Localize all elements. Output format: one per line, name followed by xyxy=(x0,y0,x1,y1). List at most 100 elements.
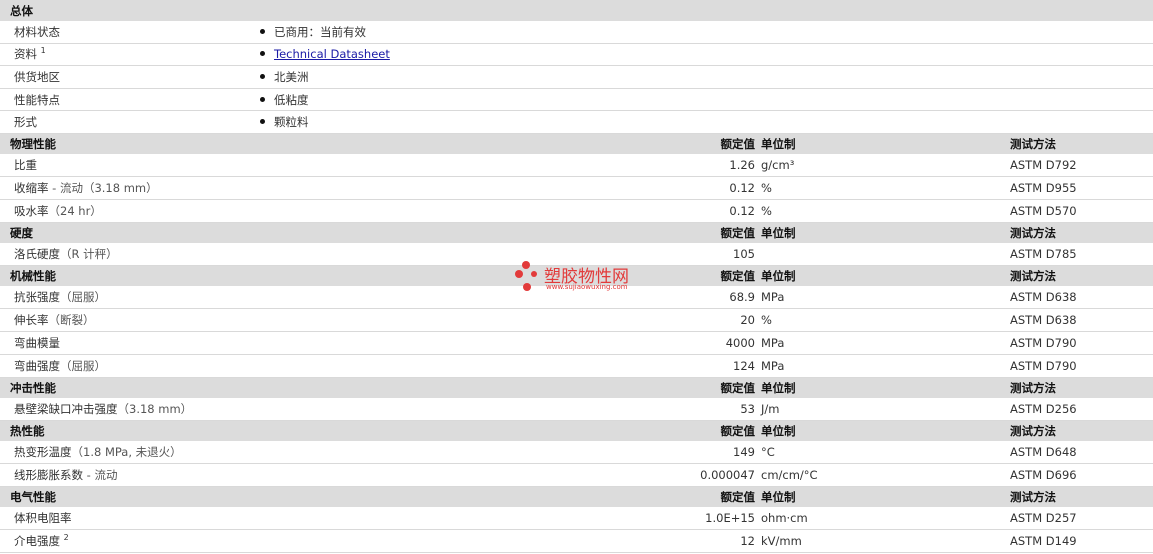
section-header: 冲击性能 额定值 单位制 测试方法 xyxy=(0,377,1153,398)
property-value: 4000 xyxy=(725,335,755,350)
bullet-value: 已商用：当前有效 xyxy=(260,24,366,40)
property-unit: ohm·cm xyxy=(761,510,808,525)
column-header-test: 测试方法 xyxy=(1010,268,1056,283)
property-label-text: 洛氏硬度 xyxy=(14,246,60,261)
property-value: 已商用：当前有效 xyxy=(274,24,366,39)
property-label: 热变形温度（1.8 MPa, 未退火） xyxy=(14,444,182,460)
test-method: ASTM D638 xyxy=(1010,312,1077,327)
property-label: 抗张强度（屈服） xyxy=(14,289,106,305)
general-row: 形式 颗粒料 xyxy=(0,111,1153,134)
section-header-general: 总体 xyxy=(0,0,1153,21)
column-header-value: 额定值 xyxy=(720,423,756,438)
property-label-text: 弯曲强度 xyxy=(14,358,60,373)
property-value: 149 xyxy=(733,444,755,459)
column-header-test: 测试方法 xyxy=(1010,423,1056,438)
property-row: 弯曲强度（屈服） 124 MPa ASTM D790 xyxy=(0,354,1153,378)
property-value: 105 xyxy=(733,246,755,261)
property-row: 线形膨胀系数 - 流动 0.000047 cm/cm/°C ASTM D696 xyxy=(0,463,1153,487)
property-row: 体积电阻率 1.0E+15 ohm·cm ASTM D257 xyxy=(0,506,1153,530)
property-unit: MPa xyxy=(761,358,785,373)
property-label-text: 热变形温度 xyxy=(14,444,72,459)
general-row: 材料状态 已商用：当前有效 xyxy=(0,21,1153,44)
column-header-unit: 单位制 xyxy=(761,225,796,240)
property-condition: （24 hr） xyxy=(48,203,102,218)
property-value: 0.12 xyxy=(729,180,755,195)
column-header-test: 测试方法 xyxy=(1010,489,1056,504)
property-label-text: 吸水率 xyxy=(14,203,49,218)
property-label-text: 材料状态 xyxy=(14,24,60,39)
property-label-text: 性能特点 xyxy=(14,92,60,107)
property-unit: % xyxy=(761,180,772,195)
section-header: 热性能 额定值 单位制 测试方法 xyxy=(0,420,1153,441)
property-value: 0.000047 xyxy=(700,467,755,482)
bullet-dot-icon xyxy=(260,96,265,102)
section-title: 硬度 xyxy=(10,225,33,240)
test-method: ASTM D149 xyxy=(1010,533,1077,548)
property-label: 体积电阻率 xyxy=(14,510,72,526)
column-header-unit: 单位制 xyxy=(761,136,796,151)
property-row: 弯曲模量 4000 MPa ASTM D790 xyxy=(0,331,1153,355)
column-header-test: 测试方法 xyxy=(1010,225,1056,240)
property-label-text: 形式 xyxy=(14,115,37,130)
property-value: 1.0E+15 xyxy=(705,510,755,525)
column-header-unit: 单位制 xyxy=(761,268,796,283)
bullet-dot-icon xyxy=(260,73,265,79)
property-label-text: 伸长率 xyxy=(14,312,49,327)
property-value: 124 xyxy=(733,358,755,373)
test-method: ASTM D696 xyxy=(1010,467,1077,482)
property-value: 53 xyxy=(740,401,755,416)
property-label: 线形膨胀系数 - 流动 xyxy=(14,467,117,483)
property-unit: cm/cm/°C xyxy=(761,467,818,482)
property-row: 悬壁梁缺口冲击强度（3.18 mm） 53 J/m ASTM D256 xyxy=(0,397,1153,421)
property-condition: （R 计秤） xyxy=(60,246,118,261)
property-label-text: 弯曲模量 xyxy=(14,335,60,350)
footnote-marker: 1 xyxy=(40,46,46,56)
datasheet-link[interactable]: Technical Datasheet xyxy=(274,47,390,61)
bullet-value: 北美洲 xyxy=(260,69,309,85)
property-label-text: 介电强度 xyxy=(14,533,60,548)
property-label-text: 线形膨胀系数 xyxy=(14,467,83,482)
column-header-value: 额定值 xyxy=(720,380,756,395)
test-method: ASTM D570 xyxy=(1010,203,1077,218)
bullet-dot-icon xyxy=(260,51,265,57)
property-value: 低粘度 xyxy=(274,92,309,107)
property-value: 1.26 xyxy=(729,157,755,172)
test-method: ASTM D792 xyxy=(1010,157,1077,172)
datasheet-table: 总体 材料状态 已商用：当前有效 资料 1 Technical Datasheet 供货地… xyxy=(0,0,1153,553)
bullet-dot-icon xyxy=(260,28,265,34)
property-condition: （断裂） xyxy=(48,312,95,327)
property-unit: J/m xyxy=(761,401,780,416)
section-title: 总体 xyxy=(10,3,33,18)
property-label-text: 抗张强度 xyxy=(14,289,60,304)
property-label: 吸水率（24 hr） xyxy=(14,203,102,219)
property-row: 抗张强度（屈服） 68.9 MPa ASTM D638 xyxy=(0,285,1153,309)
property-label: 弯曲强度（屈服） xyxy=(14,358,106,374)
property-unit: % xyxy=(761,203,772,218)
property-row: 热变形温度（1.8 MPa, 未退火） 149 °C ASTM D648 xyxy=(0,440,1153,464)
property-label: 材料状态 xyxy=(14,24,60,40)
section-title: 冲击性能 xyxy=(10,380,56,395)
test-method: ASTM D955 xyxy=(1010,180,1077,195)
property-label: 比重 xyxy=(14,157,37,173)
section-title: 机械性能 xyxy=(10,268,56,283)
property-label: 悬壁梁缺口冲击强度（3.18 mm） xyxy=(14,401,192,417)
column-header-unit: 单位制 xyxy=(761,489,796,504)
property-row: 收缩率 - 流动（3.18 mm） 0.12% ASTM D955 xyxy=(0,176,1153,200)
property-condition: （1.8 MPa, 未退火） xyxy=(71,444,182,459)
property-value: 12 xyxy=(740,533,755,548)
section-header: 机械性能 额定值 单位制 测试方法 xyxy=(0,265,1153,286)
property-unit: g/cm³ xyxy=(761,157,795,172)
property-value: 20 xyxy=(740,312,755,327)
test-method: ASTM D257 xyxy=(1010,510,1077,525)
test-method: ASTM D790 xyxy=(1010,358,1077,373)
property-label: 资料 1 xyxy=(14,46,46,62)
column-header-value: 额定值 xyxy=(720,136,756,151)
property-label-text: 悬壁梁缺口冲击强度 xyxy=(14,401,118,416)
bullet-value: Technical Datasheet xyxy=(260,47,390,61)
property-row: 伸长率（断裂） 20% ASTM D638 xyxy=(0,308,1153,332)
property-label: 收缩率 - 流动（3.18 mm） xyxy=(14,180,158,196)
section-header: 物理性能 额定值 单位制 测试方法 xyxy=(0,133,1153,154)
property-label-text: 体积电阻率 xyxy=(14,510,72,525)
property-condition: - 流动（3.18 mm） xyxy=(48,180,158,195)
property-unit: % xyxy=(761,312,772,327)
